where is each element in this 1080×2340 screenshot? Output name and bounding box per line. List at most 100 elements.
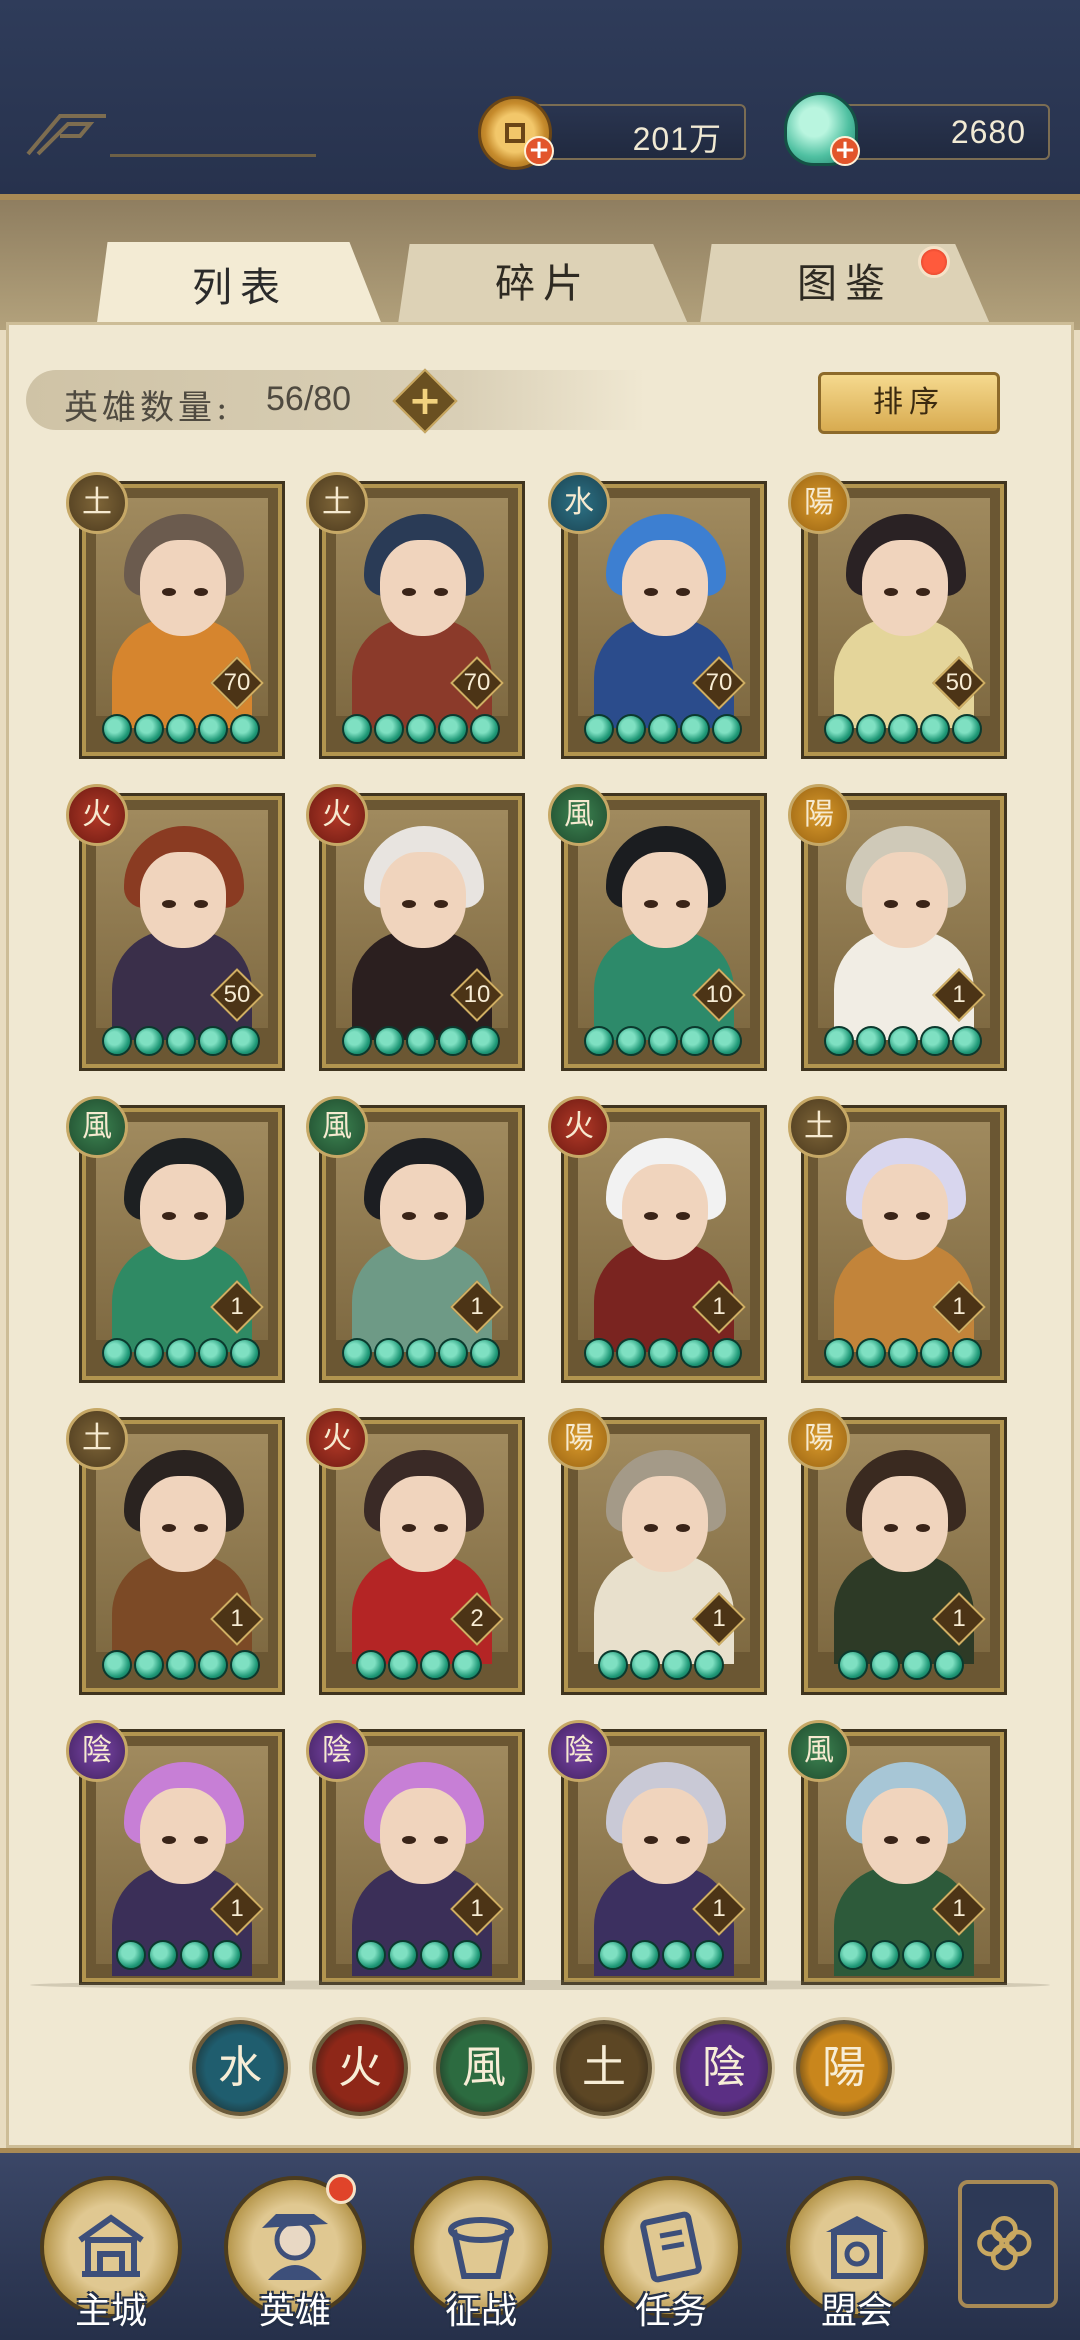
jade-star-icon xyxy=(356,1940,386,1970)
jade-star-icon xyxy=(230,1338,260,1368)
hero-face xyxy=(140,852,226,948)
hero-element-badge: 陽 xyxy=(788,472,850,534)
hero-level: 10 xyxy=(463,981,491,1008)
jade-star-icon xyxy=(134,1650,164,1680)
hero-eye xyxy=(644,588,658,596)
hero-eye xyxy=(434,588,448,596)
hero-face xyxy=(380,1164,466,1260)
coin-value: 201万 xyxy=(632,121,722,157)
hero-level-badge: 70 xyxy=(214,660,260,706)
hero-element-badge: 陰 xyxy=(548,1720,610,1782)
nav-city[interactable]: 主城 xyxy=(36,2176,186,2340)
hero-level: 10 xyxy=(705,981,733,1008)
hero-level: 1 xyxy=(952,1895,966,1922)
hero-element-badge: 土 xyxy=(306,472,368,534)
jade-star-icon xyxy=(598,1940,628,1970)
hero-star-row xyxy=(818,1936,994,1970)
hero-eye xyxy=(162,1524,176,1532)
hero-level: 1 xyxy=(712,1605,726,1632)
jade-value: 2680 xyxy=(950,114,1026,150)
hero-eye xyxy=(434,1524,448,1532)
hero-face xyxy=(622,852,708,948)
hero-level: 1 xyxy=(230,1605,244,1632)
hero-star-row xyxy=(578,1646,754,1680)
scroll-task-icon xyxy=(640,2211,702,2283)
hero-eye xyxy=(194,1524,208,1532)
top-bar xyxy=(0,0,1080,200)
hero-eye xyxy=(916,1212,930,1220)
jade-star-icon xyxy=(584,1338,614,1368)
hero-eye xyxy=(402,1212,416,1220)
hero-element-badge: 陽 xyxy=(548,1408,610,1470)
hero-element-badge: 火 xyxy=(306,784,368,846)
hero-face xyxy=(862,1476,948,1572)
jade-star-icon xyxy=(630,1940,660,1970)
jade-star-icon xyxy=(116,1940,146,1970)
jade-star-icon xyxy=(356,1650,386,1680)
hero-level: 1 xyxy=(712,1895,726,1922)
jade-star-icon xyxy=(102,1650,132,1680)
jade-star-icon xyxy=(134,1026,164,1056)
jade-star-icon xyxy=(584,714,614,744)
hero-level-badge: 70 xyxy=(696,660,742,706)
hero-level-badge: 50 xyxy=(214,972,260,1018)
plus-icon[interactable]: + xyxy=(402,376,448,426)
nav-label: 英雄 xyxy=(258,2291,331,2332)
nav-alliance[interactable]: 盟会 xyxy=(782,2176,932,2340)
hero-element-badge: 火 xyxy=(548,1096,610,1158)
nav-campaign[interactable]: 征战 xyxy=(406,2176,556,2340)
hero-eye xyxy=(194,588,208,596)
jade-star-icon xyxy=(824,1338,854,1368)
tab-fragments[interactable]: 碎片 xyxy=(398,244,688,324)
sort-button[interactable]: 排序 xyxy=(818,372,1000,434)
element-filter-button[interactable]: 火 xyxy=(312,2020,408,2116)
jade-star-icon xyxy=(824,714,854,744)
hero-star-row xyxy=(336,1334,512,1368)
hero-level-badge: 50 xyxy=(936,660,982,706)
element-filter-button[interactable]: 水 xyxy=(192,2020,288,2116)
hero-level: 50 xyxy=(945,669,973,696)
hero-eye xyxy=(916,588,930,596)
hero-level: 1 xyxy=(230,1895,244,1922)
jade-star-icon xyxy=(198,1338,228,1368)
element-filter-button[interactable]: 土 xyxy=(556,2020,652,2116)
hero-eye xyxy=(884,1524,898,1532)
add-jade-button[interactable]: + xyxy=(830,136,860,166)
jade-star-icon xyxy=(166,1650,196,1680)
nav-label: 盟会 xyxy=(820,2291,893,2332)
hero-star-row xyxy=(336,710,512,744)
hero-eye xyxy=(884,588,898,596)
hero-eye xyxy=(884,900,898,908)
jade-star-icon xyxy=(374,714,404,744)
hero-eye xyxy=(916,1836,930,1844)
add-coins-button[interactable]: + xyxy=(524,136,554,166)
jade-star-icon xyxy=(630,1650,660,1680)
jade-star-icon xyxy=(824,1026,854,1056)
hero-element-badge: 風 xyxy=(548,784,610,846)
nav-label: 征战 xyxy=(444,2291,517,2332)
city-gate-icon xyxy=(78,2214,144,2277)
hero-eye xyxy=(676,1836,690,1844)
jade-star-icon xyxy=(616,714,646,744)
element-filter-button[interactable]: 陽 xyxy=(796,2020,892,2116)
hero-star-row xyxy=(818,1022,994,1056)
jade-star-icon xyxy=(694,1650,724,1680)
element-filter-button[interactable]: 風 xyxy=(436,2020,532,2116)
element-filter-button[interactable]: 陰 xyxy=(676,2020,772,2116)
hero-face xyxy=(862,852,948,948)
jade-star-icon xyxy=(342,1338,372,1368)
tab-list[interactable]: 列表 xyxy=(96,242,384,330)
hero-level-badge: 1 xyxy=(696,1284,742,1330)
hero-eye xyxy=(644,1524,658,1532)
more-menu-button[interactable] xyxy=(958,2180,1058,2308)
jade-star-icon xyxy=(838,1650,868,1680)
hero-star-row xyxy=(336,1936,512,1970)
nav-quest[interactable]: 任务 xyxy=(596,2176,746,2340)
jade-star-icon xyxy=(230,1026,260,1056)
jade-star-icon xyxy=(952,714,982,744)
hero-element-badge: 火 xyxy=(306,1408,368,1470)
hero-star-row xyxy=(578,1022,754,1056)
jade-star-icon xyxy=(406,714,436,744)
hero-element-badge: 風 xyxy=(306,1096,368,1158)
hero-star-row xyxy=(96,710,272,744)
